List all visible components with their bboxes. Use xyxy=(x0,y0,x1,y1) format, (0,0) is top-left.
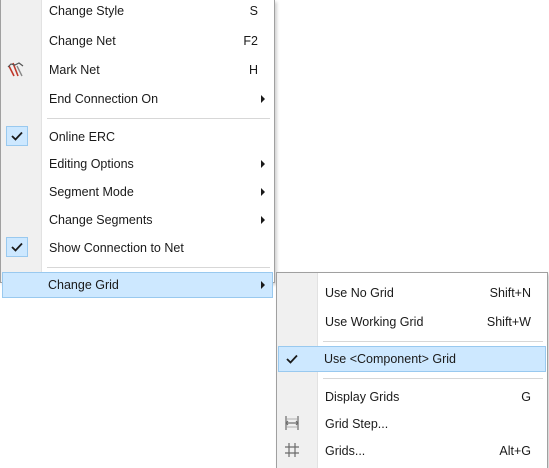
menu-separator xyxy=(47,267,270,268)
submenu-arrow-icon xyxy=(261,95,265,103)
menu-item-label: Change Style xyxy=(49,4,125,18)
submenu-arrow-icon xyxy=(261,188,265,196)
menu-item-grid-step[interactable]: Grid Step... xyxy=(279,411,545,437)
menu-item-mark-net[interactable]: Mark Net H xyxy=(3,57,272,83)
menu-item-label: Online ERC xyxy=(49,130,115,144)
checkmark-icon xyxy=(281,349,303,369)
grid-step-icon xyxy=(281,412,303,434)
menu-item-change-grid[interactable]: Change Grid xyxy=(2,272,273,298)
menu-separator xyxy=(323,378,543,379)
menu-item-grids[interactable]: Grids... Alt+G xyxy=(279,438,545,464)
menu-item-shortcut: F2 xyxy=(243,34,258,48)
menu-item-shortcut: Shift+N xyxy=(489,286,531,300)
menu-item-shortcut: Shift+W xyxy=(486,315,531,329)
menu-item-label: Use No Grid xyxy=(325,286,394,300)
mark-net-icon xyxy=(5,58,27,80)
checkmark-icon xyxy=(6,126,28,146)
menu-item-editing-options[interactable]: Editing Options xyxy=(3,151,272,177)
change-grid-submenu: Use No Grid Shift+N Use Working Grid Shi… xyxy=(276,272,548,468)
menu-item-online-erc[interactable]: Online ERC xyxy=(3,124,272,150)
menu-separator xyxy=(47,118,270,119)
menu-item-label: Change Segments xyxy=(49,213,153,227)
menu-item-label: Editing Options xyxy=(49,157,134,171)
menu-item-label: Use <Component> Grid xyxy=(324,352,457,366)
menu-item-label: Use Working Grid xyxy=(325,315,424,329)
menu-item-use-component-grid[interactable]: Use <Component> Grid xyxy=(278,346,546,372)
menu-item-shortcut: Alt+G xyxy=(499,444,531,458)
menu-item-label: Grids... xyxy=(325,444,366,458)
menu-separator xyxy=(323,341,543,342)
submenu-arrow-icon xyxy=(261,160,265,168)
context-menu: Change Style S Change Net F2 Mark Net H … xyxy=(0,0,275,298)
menu-item-label: Show Connection to Net xyxy=(49,241,184,255)
grids-icon xyxy=(281,439,303,461)
menu-item-end-connection-on[interactable]: End Connection On xyxy=(3,86,272,112)
menu-item-shortcut: G xyxy=(521,390,531,404)
menu-item-label: Change Net xyxy=(49,34,116,48)
menu-item-show-connection-to-net[interactable]: Show Connection to Net xyxy=(3,235,272,261)
menu-item-label: Segment Mode xyxy=(49,185,134,199)
menu-item-change-net[interactable]: Change Net F2 xyxy=(3,28,272,54)
submenu-arrow-icon xyxy=(261,281,265,289)
menu-item-use-working-grid[interactable]: Use Working Grid Shift+W xyxy=(279,309,545,335)
menu-item-change-segments[interactable]: Change Segments xyxy=(3,207,272,233)
menu-item-label: Change Grid xyxy=(48,278,119,292)
checkmark-icon xyxy=(6,237,28,257)
submenu-arrow-icon xyxy=(261,216,265,224)
menu-item-label: Grid Step... xyxy=(325,417,389,431)
menu-item-use-no-grid[interactable]: Use No Grid Shift+N xyxy=(279,280,545,306)
menu-item-display-grids[interactable]: Display Grids G xyxy=(279,384,545,410)
menu-item-shortcut: S xyxy=(249,4,258,18)
menu-item-shortcut: H xyxy=(248,63,258,77)
menu-item-label: Display Grids xyxy=(325,390,400,404)
menu-item-segment-mode[interactable]: Segment Mode xyxy=(3,179,272,205)
menu-item-label: Mark Net xyxy=(49,63,100,77)
menu-item-label: End Connection On xyxy=(49,92,159,106)
menu-item-change-style[interactable]: Change Style S xyxy=(3,1,272,21)
